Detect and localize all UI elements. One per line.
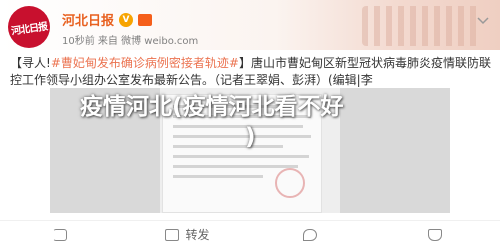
account-row: 河北日报 V [62,10,153,29]
overlay-line-2: ) [245,124,256,150]
red-seal-stamp [275,168,305,198]
repost-icon [165,228,180,241]
share-button[interactable] [0,221,125,248]
chevron-down-icon[interactable] [474,12,492,30]
post-meta: 10秒前 来自 微博 weibo.com [62,36,199,47]
member-icon [138,13,153,26]
post-text: 【寻人!#曹妃甸发布确诊病例密接者轨迹#】唐山市曹妃甸区新型冠状病毒肺炎疫情联防… [10,55,494,89]
repost-label: 转发 [185,228,210,242]
avatar[interactable]: 河北日报 [8,6,50,48]
overlay-line-1: 疫情河北(疫情河北看不好 [80,94,344,120]
account-name[interactable]: 河北日报 [62,10,114,29]
image-overlay-headline: 疫情河北(疫情河北看不好 ) [80,92,420,152]
comment-button[interactable] [250,221,375,248]
avatar-text: 河北日报 [10,21,48,37]
repost-button[interactable]: 转发 [125,221,250,248]
topic-tag-link[interactable]: #曹妃甸发布确诊病例密接者轨迹# [51,56,239,70]
verified-badge-icon: V [119,12,134,27]
action-bar: 转发 [0,220,500,248]
like-icon [427,228,442,241]
header-decoration [362,6,482,46]
post-text-prefix: 【寻人! [10,56,51,70]
comment-icon [302,228,317,241]
like-button[interactable] [375,221,500,248]
share-icon [52,228,67,241]
